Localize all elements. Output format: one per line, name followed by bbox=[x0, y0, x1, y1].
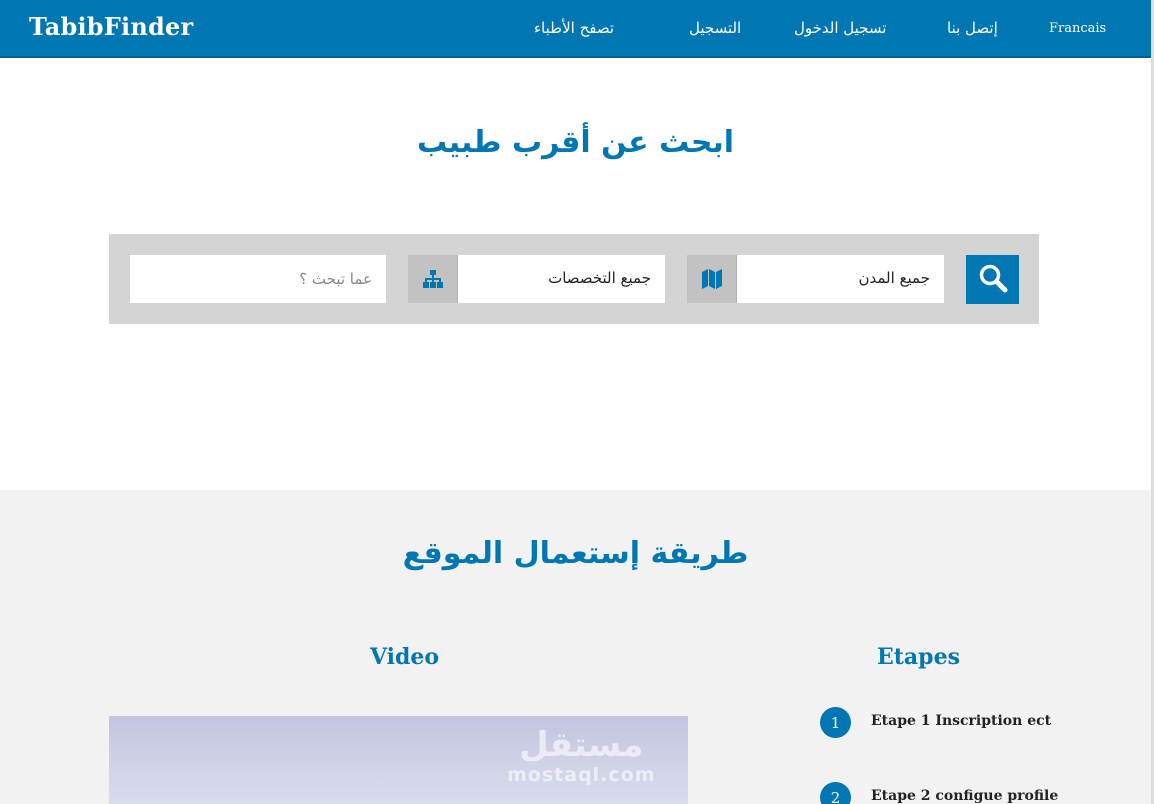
watermark: مستقل mostaql.com bbox=[507, 726, 656, 786]
search-input[interactable] bbox=[130, 255, 386, 303]
nav-login[interactable]: تسجيل الدخول bbox=[794, 19, 886, 37]
city-select[interactable]: جميع المدن bbox=[687, 255, 944, 303]
specialty-value: جميع التخصصات bbox=[548, 269, 651, 287]
nav-register[interactable]: التسجيل bbox=[689, 19, 741, 37]
specialty-select[interactable]: جميع التخصصات bbox=[408, 255, 665, 303]
watermark-latin: mostaql.com bbox=[507, 764, 656, 786]
search-icon bbox=[978, 263, 1008, 297]
step-number-badge: 1 bbox=[820, 707, 851, 738]
nav-browse-doctors[interactable]: تصفح الأطباء bbox=[534, 19, 614, 37]
watermark-arabic: مستقل bbox=[519, 725, 644, 765]
steps-heading: Etapes bbox=[877, 644, 960, 670]
video-heading: Video bbox=[370, 644, 440, 670]
query-field bbox=[130, 255, 386, 303]
city-value: جميع المدن bbox=[858, 269, 930, 287]
sitemap-icon bbox=[408, 255, 458, 303]
brand-logo[interactable]: TabibFinder bbox=[29, 12, 193, 41]
search-button[interactable] bbox=[966, 255, 1019, 304]
step-number-badge: 2 bbox=[820, 782, 851, 804]
search-heading: ابحث عن أقرب طبيب bbox=[417, 125, 734, 160]
video-player[interactable]: مستقل mostaql.com bbox=[109, 716, 688, 804]
usage-section: طريقة إستعمال الموقع Video Etapes مستقل … bbox=[0, 490, 1151, 804]
step-label: Etape 2 configue profile bbox=[871, 788, 1059, 804]
usage-heading: طريقة إستعمال الموقع bbox=[402, 536, 749, 571]
map-icon bbox=[687, 255, 737, 303]
search-panel: جميع التخصصات جميع المدن bbox=[109, 234, 1039, 324]
nav-language-switch[interactable]: Francais bbox=[1049, 21, 1106, 36]
nav-contact[interactable]: إتصل بنا bbox=[947, 19, 998, 37]
top-navbar: TabibFinder Francais إتصل بنا تسجيل الدخ… bbox=[0, 0, 1151, 58]
step-label: Etape 1 Inscription ect bbox=[871, 713, 1052, 729]
